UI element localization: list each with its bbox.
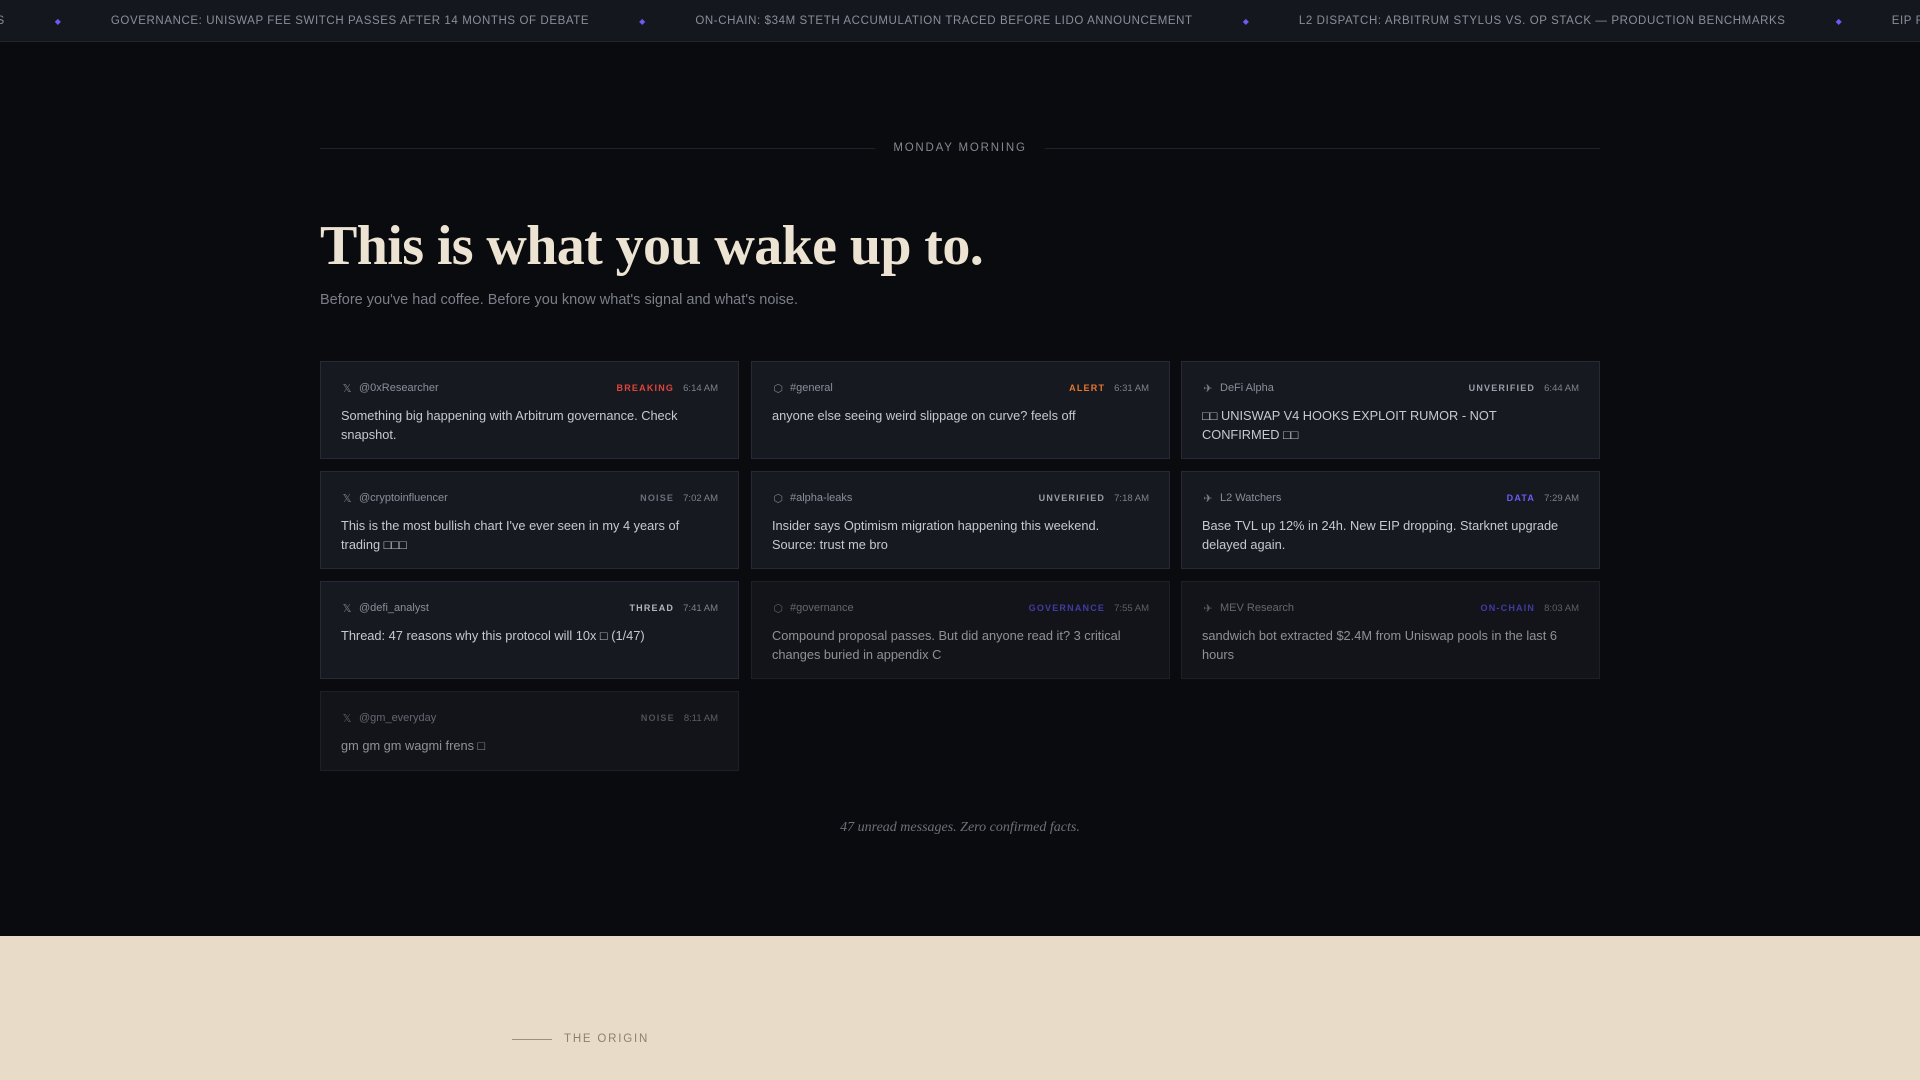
message-card[interactable]: 𝕏 @0xResearcher BREAKING 6:14 AM Something b… [320,361,739,459]
card-header: 𝕏 @cryptoinfluencer NOISE 7:02 AM [341,490,718,506]
card-timestamp: 6:31 AM [1114,382,1149,394]
card-header: ⬡ #alpha-leaks UNVERIFIED 7:18 AM [772,490,1149,506]
card-message: Compound proposal passes. But did anyone… [772,628,1121,662]
origin-section: THE ORIGIN [0,936,1920,1080]
card-message: Something big happening with Arbitrum go… [341,408,678,442]
card-header: ✈ MEV Research ON-CHAIN 8:03 AM [1202,600,1579,616]
ticker-item[interactable]: ON-CHAIN: $34M STETH ACCUMULATION TRACED… [695,15,1192,27]
origin-label-text: THE ORIGIN [564,1033,650,1045]
ticker-item[interactable]: L2 DISPATCH: ARBITRUM STYLUS VS. OP STAC… [1299,15,1786,27]
message-card[interactable]: 𝕏 @gm_everyday NOISE 8:11 AM gm gm gm wagmi … [320,691,739,771]
card-header: 𝕏 @0xResearcher BREAKING 6:14 AM [341,380,718,396]
card-timestamp: 7:55 AM [1114,602,1149,614]
status-badge: ON-CHAIN [1480,603,1536,613]
telegram-icon: ✈ [1203,382,1213,395]
ticker-separator-icon: ◆ [639,16,646,26]
status-badge: NOISE [640,493,675,503]
x-icon: 𝕏 [342,602,352,615]
card-header: ⬡ #governance GOVERNANCE 7:55 AM [772,600,1149,616]
card-header: ⬡ #general ALERT 6:31 AM [772,380,1149,396]
card-timestamp: 7:18 AM [1114,492,1149,504]
status-badge: UNVERIFIED [1468,383,1536,393]
message-card[interactable]: ⬡ #governance GOVERNANCE 7:55 AM Compound pr… [751,581,1170,679]
card-timestamp: 6:14 AM [683,382,718,394]
card-message: anyone else seeing weird slippage on cur… [772,408,1076,423]
card-header: ✈ L2 Watchers DATA 7:29 AM [1202,490,1579,506]
card-timestamp: 8:11 AM [683,712,718,724]
x-icon: 𝕏 [342,712,352,725]
status-badge: GOVERNANCE [1028,603,1106,613]
card-message: Thread: 47 reasons why this protocol wil… [341,628,645,643]
ticker-separator-icon: ◆ [1835,16,1842,26]
card-message: Base TVL up 12% in 24h. New EIP dropping… [1202,518,1559,552]
message-card[interactable]: ⬡ #general ALERT 6:31 AM anyone else seeing … [751,361,1170,459]
discord-icon: ⬡ [773,492,783,505]
card-timestamp: 6:44 AM [1544,382,1579,394]
message-card[interactable]: ✈ MEV Research ON-CHAIN 8:03 AM sandwich bot… [1181,581,1600,679]
message-card[interactable]: ✈ DeFi Alpha UNVERIFIED 6:44 AM □□ UNISWAP V… [1181,361,1600,459]
card-header: 𝕏 @defi_analyst THREAD 7:41 AM [341,600,718,616]
card-source: MEV Research [1220,602,1294,614]
card-source: @defi_analyst [359,602,429,614]
card-message: gm gm gm wagmi frens □ [341,738,486,753]
ticker-separator-icon: ◆ [1242,16,1249,26]
message-card[interactable]: ⬡ #alpha-leaks UNVERIFIED 7:18 AM Insider sa… [751,471,1170,569]
card-source: DeFi Alpha [1220,382,1274,394]
card-header: ✈ DeFi Alpha UNVERIFIED 6:44 AM [1202,380,1579,396]
divider-left [320,147,876,149]
card-message: □□ UNISWAP V4 HOOKS EXPLOIT RUMOR - NOT … [1202,408,1497,442]
card-timestamp: 7:02 AM [683,492,718,504]
message-card[interactable]: 𝕏 @defi_analyst THREAD 7:41 AM Thread: 47 re… [320,581,739,679]
telegram-icon: ✈ [1203,492,1213,505]
page-subtitle: Before you've had coffee. Before you kno… [320,292,798,308]
origin-divider [512,1038,552,1040]
page-title: This is what you wake up to. [320,215,984,277]
footer-note: 47 unread messages. Zero confirmed facts… [840,820,1080,835]
card-timestamp: 8:03 AM [1544,602,1579,614]
ticker-track: ONS ◆ GOVERNANCE: UNISWAP FEE SWITCH PASSE… [0,0,1920,41]
status-badge: BREAKING [616,383,675,393]
card-message: Insider says Optimism migration happenin… [772,518,1100,552]
card-source: #alpha-leaks [790,492,853,504]
card-source: @cryptoinfluencer [359,492,448,504]
ticker-item[interactable]: ONS [0,15,5,27]
card-timestamp: 7:41 AM [683,602,718,614]
status-badge: THREAD [629,603,675,613]
card-timestamp: 7:29 AM [1544,492,1579,504]
section-label-text: MONDAY MORNING [893,142,1027,154]
section-label: MONDAY MORNING [320,138,1601,158]
card-source: #general [790,382,833,394]
discord-icon: ⬡ [773,382,783,395]
ticker-item[interactable]: GOVERNANCE: UNISWAP FEE SWITCH PASSES AF… [111,15,589,27]
news-ticker: ONS ◆ GOVERNANCE: UNISWAP FEE SWITCH PASSE… [0,0,1920,42]
status-badge: UNVERIFIED [1038,493,1106,503]
hero-section: MONDAY MORNING This is what you wake up … [0,42,1920,936]
discord-icon: ⬡ [773,602,783,615]
card-source: @gm_everyday [359,712,437,724]
card-source: @0xResearcher [359,382,439,394]
x-icon: 𝕏 [342,492,352,505]
x-icon: 𝕏 [342,382,352,395]
origin-label: THE ORIGIN [512,1033,649,1045]
card-source: #governance [790,602,854,614]
card-header: 𝕏 @gm_everyday NOISE 8:11 AM [341,710,718,726]
telegram-icon: ✈ [1203,602,1213,615]
card-message: sandwich bot extracted $2.4M from Uniswa… [1202,628,1557,662]
ticker-separator-icon: ◆ [54,16,61,26]
status-badge: DATA [1506,493,1536,503]
status-badge: ALERT [1069,383,1106,393]
divider-right [1044,147,1601,149]
message-card[interactable]: 𝕏 @cryptoinfluencer NOISE 7:02 AM This is th… [320,471,739,569]
card-message: This is the most bullish chart I've ever… [341,518,680,552]
card-source: L2 Watchers [1220,492,1282,504]
ticker-item[interactable]: EIP FILE: EIP-7702 C [1892,15,1920,27]
message-card[interactable]: ✈ L2 Watchers DATA 7:29 AM Base TVL up 12% i… [1181,471,1600,569]
status-badge: NOISE [640,713,675,723]
